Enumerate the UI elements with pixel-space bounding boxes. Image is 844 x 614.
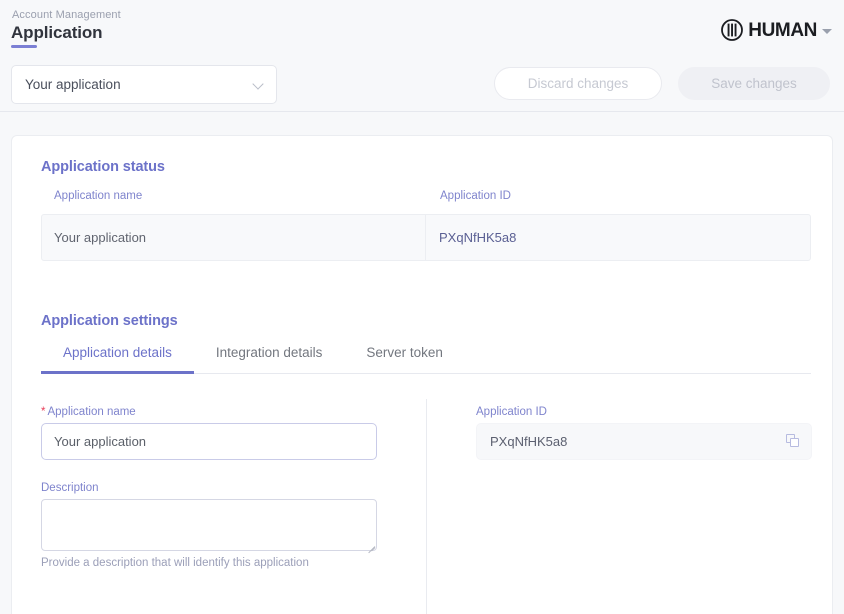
application-status-table: Application name Application ID Your app…: [41, 190, 811, 261]
application-name-label-text: Application name: [47, 406, 135, 418]
application-settings-title: Application settings: [41, 313, 178, 329]
logo-text: HUMAN: [748, 21, 817, 40]
discard-changes-button[interactable]: Discard changes: [494, 67, 662, 100]
form-column-divider: [426, 399, 427, 614]
application-status-title: Application status: [41, 159, 165, 175]
description-textarea[interactable]: [41, 499, 377, 551]
application-selector[interactable]: Your application: [11, 65, 277, 104]
column-header-application-id: Application ID: [426, 190, 811, 214]
human-circle-bars-icon: [721, 19, 743, 41]
required-marker: *: [41, 406, 45, 418]
copy-icon[interactable]: [786, 434, 801, 449]
page-header: Account Management Application HUMAN You…: [0, 0, 844, 112]
application-id-label: Application ID: [476, 406, 812, 418]
application-name-label: *Application name: [41, 406, 377, 418]
cell-application-id: PXqNfHK5a8: [426, 215, 810, 260]
application-id-input[interactable]: [476, 423, 812, 460]
application-name-input[interactable]: [41, 423, 377, 460]
caret-down-icon[interactable]: [822, 29, 832, 34]
page-title: Application: [11, 23, 102, 42]
cell-application-name: Your application: [42, 215, 426, 260]
page-title-group: Application: [11, 23, 102, 48]
tab-integration-details[interactable]: Integration details: [194, 345, 345, 373]
application-card: Application status Application name Appl…: [11, 135, 833, 614]
description-label: Description: [41, 482, 377, 494]
description-wrapper: [41, 499, 377, 551]
application-details-form: *Application name Description Provide a …: [12, 383, 834, 614]
table-header-row: Application name Application ID: [41, 190, 811, 214]
description-helper-text: Provide a description that will identify…: [41, 557, 377, 569]
brand-logo[interactable]: HUMAN: [721, 19, 832, 41]
breadcrumb: Account Management: [12, 9, 121, 21]
application-id-wrapper: [476, 423, 812, 460]
form-column-left: *Application name Description Provide a …: [41, 406, 377, 569]
application-selector-value: Your application: [25, 77, 253, 92]
settings-tabs: Application details Integration details …: [41, 345, 811, 374]
field-spacer: [41, 460, 377, 482]
page-title-underline: [11, 45, 37, 48]
form-column-right: Application ID: [476, 406, 812, 460]
tab-application-details[interactable]: Application details: [41, 345, 194, 373]
chevron-down-icon: [253, 79, 264, 90]
header-actions: Discard changes Save changes: [494, 67, 830, 100]
tab-server-token[interactable]: Server token: [344, 345, 465, 373]
save-changes-button[interactable]: Save changes: [678, 67, 830, 100]
column-header-application-name: Application name: [41, 190, 426, 214]
table-row: Your application PXqNfHK5a8: [41, 214, 811, 261]
